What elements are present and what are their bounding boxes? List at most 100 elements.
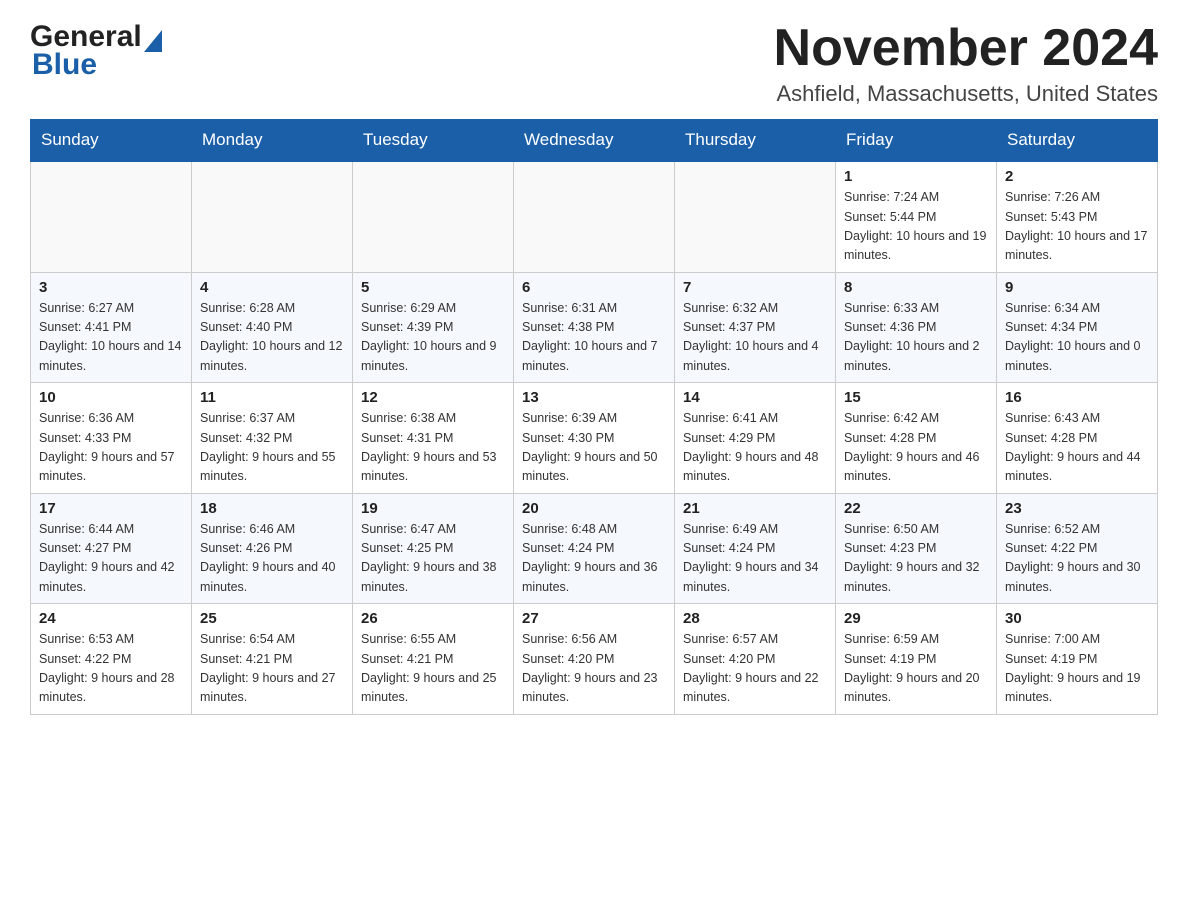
day-number: 19	[361, 500, 505, 517]
day-info: Sunrise: 6:38 AM Sunset: 4:31 PM Dayligh…	[361, 409, 505, 487]
calendar-cell: 29 Sunrise: 6:59 AM Sunset: 4:19 PM Dayli…	[836, 604, 997, 715]
calendar-cell: 19Sunrise: 6:47 AM Sunset: 4:25 PM Dayli…	[353, 493, 514, 604]
day-number: 10	[39, 389, 183, 406]
calendar-week-row: 1 Sunrise: 7:24 AM Sunset: 5:44 PM Daylig…	[31, 161, 1158, 272]
day-number: 21	[683, 500, 827, 517]
day-info: Sunrise: 6:55 AM Sunset: 4:21 PM Dayligh…	[361, 630, 505, 708]
location-title: Ashfield, Massachusetts, United States	[774, 81, 1158, 107]
calendar-cell: 26 Sunrise: 6:55 AM Sunset: 4:21 PM Dayli…	[353, 604, 514, 715]
day-info: Sunrise: 7:24 AM Sunset: 5:44 PM Dayligh…	[844, 188, 988, 266]
weekday-header: Tuesday	[353, 120, 514, 162]
calendar-cell: 21 Sunrise: 6:49 AM Sunset: 4:24 PM Dayli…	[675, 493, 836, 604]
calendar-cell: 30 Sunrise: 7:00 AM Sunset: 4:19 PM Dayli…	[997, 604, 1158, 715]
day-info: Sunrise: 6:57 AM Sunset: 4:20 PM Dayligh…	[683, 630, 827, 708]
calendar-cell: 20 Sunrise: 6:48 AM Sunset: 4:24 PM Dayli…	[514, 493, 675, 604]
day-number: 27	[522, 610, 666, 627]
day-number: 16	[1005, 389, 1149, 406]
day-info: Sunrise: 6:42 AM Sunset: 4:28 PM Dayligh…	[844, 409, 988, 487]
logo-blue-text: Blue	[30, 48, 97, 82]
calendar-cell: 14Sunrise: 6:41 AM Sunset: 4:29 PM Dayli…	[675, 383, 836, 494]
day-number: 18	[200, 500, 344, 517]
calendar-week-row: 3 Sunrise: 6:27 AM Sunset: 4:41 PM Daylig…	[31, 272, 1158, 383]
weekday-header: Friday	[836, 120, 997, 162]
day-info: Sunrise: 6:39 AM Sunset: 4:30 PM Dayligh…	[522, 409, 666, 487]
day-info: Sunrise: 6:44 AM Sunset: 4:27 PM Dayligh…	[39, 520, 183, 598]
day-number: 14	[683, 389, 827, 406]
month-title: November 2024	[774, 20, 1158, 77]
logo: General Blue	[30, 20, 162, 82]
calendar-cell: 4Sunrise: 6:28 AM Sunset: 4:40 PM Daylig…	[192, 272, 353, 383]
calendar-cell: 17Sunrise: 6:44 AM Sunset: 4:27 PM Dayli…	[31, 493, 192, 604]
calendar-cell: 5 Sunrise: 6:29 AM Sunset: 4:39 PM Daylig…	[353, 272, 514, 383]
day-info: Sunrise: 6:43 AM Sunset: 4:28 PM Dayligh…	[1005, 409, 1149, 487]
day-info: Sunrise: 7:26 AM Sunset: 5:43 PM Dayligh…	[1005, 188, 1149, 266]
calendar-cell: 15 Sunrise: 6:42 AM Sunset: 4:28 PM Dayli…	[836, 383, 997, 494]
calendar-cell: 28 Sunrise: 6:57 AM Sunset: 4:20 PM Dayli…	[675, 604, 836, 715]
day-info: Sunrise: 6:34 AM Sunset: 4:34 PM Dayligh…	[1005, 299, 1149, 377]
day-info: Sunrise: 6:49 AM Sunset: 4:24 PM Dayligh…	[683, 520, 827, 598]
calendar-cell: 27 Sunrise: 6:56 AM Sunset: 4:20 PM Dayli…	[514, 604, 675, 715]
day-number: 25	[200, 610, 344, 627]
day-info: Sunrise: 6:36 AM Sunset: 4:33 PM Dayligh…	[39, 409, 183, 487]
day-number: 3	[39, 279, 183, 296]
day-info: Sunrise: 6:29 AM Sunset: 4:39 PM Dayligh…	[361, 299, 505, 377]
weekday-header-row: SundayMondayTuesdayWednesdayThursdayFrid…	[31, 120, 1158, 162]
calendar-cell: 2 Sunrise: 7:26 AM Sunset: 5:43 PM Daylig…	[997, 161, 1158, 272]
day-number: 7	[683, 279, 827, 296]
day-info: Sunrise: 6:59 AM Sunset: 4:19 PM Dayligh…	[844, 630, 988, 708]
calendar-week-row: 17Sunrise: 6:44 AM Sunset: 4:27 PM Dayli…	[31, 493, 1158, 604]
day-number: 5	[361, 279, 505, 296]
calendar-week-row: 10 Sunrise: 6:36 AM Sunset: 4:33 PM Dayli…	[31, 383, 1158, 494]
weekday-header: Wednesday	[514, 120, 675, 162]
day-info: Sunrise: 6:48 AM Sunset: 4:24 PM Dayligh…	[522, 520, 666, 598]
weekday-header: Thursday	[675, 120, 836, 162]
day-number: 8	[844, 279, 988, 296]
day-number: 22	[844, 500, 988, 517]
page-header: General Blue November 2024 Ashfield, Mas…	[30, 20, 1158, 107]
day-number: 30	[1005, 610, 1149, 627]
day-info: Sunrise: 6:50 AM Sunset: 4:23 PM Dayligh…	[844, 520, 988, 598]
day-info: Sunrise: 6:31 AM Sunset: 4:38 PM Dayligh…	[522, 299, 666, 377]
logo-flag-icon	[144, 30, 162, 52]
day-number: 2	[1005, 168, 1149, 185]
calendar-cell: 7 Sunrise: 6:32 AM Sunset: 4:37 PM Daylig…	[675, 272, 836, 383]
calendar-cell	[192, 161, 353, 272]
day-info: Sunrise: 6:37 AM Sunset: 4:32 PM Dayligh…	[200, 409, 344, 487]
calendar-cell: 6Sunrise: 6:31 AM Sunset: 4:38 PM Daylig…	[514, 272, 675, 383]
calendar-cell	[31, 161, 192, 272]
day-number: 1	[844, 168, 988, 185]
day-info: Sunrise: 6:32 AM Sunset: 4:37 PM Dayligh…	[683, 299, 827, 377]
calendar-cell: 22 Sunrise: 6:50 AM Sunset: 4:23 PM Dayli…	[836, 493, 997, 604]
day-number: 9	[1005, 279, 1149, 296]
calendar-cell: 1 Sunrise: 7:24 AM Sunset: 5:44 PM Daylig…	[836, 161, 997, 272]
day-info: Sunrise: 6:53 AM Sunset: 4:22 PM Dayligh…	[39, 630, 183, 708]
day-number: 4	[200, 279, 344, 296]
day-info: Sunrise: 6:52 AM Sunset: 4:22 PM Dayligh…	[1005, 520, 1149, 598]
day-number: 15	[844, 389, 988, 406]
calendar-cell	[675, 161, 836, 272]
calendar-table: SundayMondayTuesdayWednesdayThursdayFrid…	[30, 119, 1158, 715]
calendar-cell: 11Sunrise: 6:37 AM Sunset: 4:32 PM Dayli…	[192, 383, 353, 494]
day-number: 26	[361, 610, 505, 627]
calendar-cell: 23 Sunrise: 6:52 AM Sunset: 4:22 PM Dayli…	[997, 493, 1158, 604]
calendar-cell: 13 Sunrise: 6:39 AM Sunset: 4:30 PM Dayli…	[514, 383, 675, 494]
day-info: Sunrise: 6:27 AM Sunset: 4:41 PM Dayligh…	[39, 299, 183, 377]
day-number: 23	[1005, 500, 1149, 517]
calendar-cell: 16 Sunrise: 6:43 AM Sunset: 4:28 PM Dayli…	[997, 383, 1158, 494]
day-info: Sunrise: 6:54 AM Sunset: 4:21 PM Dayligh…	[200, 630, 344, 708]
calendar-cell: 10 Sunrise: 6:36 AM Sunset: 4:33 PM Dayli…	[31, 383, 192, 494]
calendar-cell: 18Sunrise: 6:46 AM Sunset: 4:26 PM Dayli…	[192, 493, 353, 604]
calendar-week-row: 24Sunrise: 6:53 AM Sunset: 4:22 PM Dayli…	[31, 604, 1158, 715]
day-info: Sunrise: 7:00 AM Sunset: 4:19 PM Dayligh…	[1005, 630, 1149, 708]
day-number: 13	[522, 389, 666, 406]
day-number: 28	[683, 610, 827, 627]
day-number: 20	[522, 500, 666, 517]
calendar-cell: 8 Sunrise: 6:33 AM Sunset: 4:36 PM Daylig…	[836, 272, 997, 383]
day-number: 29	[844, 610, 988, 627]
day-info: Sunrise: 6:56 AM Sunset: 4:20 PM Dayligh…	[522, 630, 666, 708]
title-block: November 2024 Ashfield, Massachusetts, U…	[774, 20, 1158, 107]
calendar-cell	[514, 161, 675, 272]
calendar-cell: 24Sunrise: 6:53 AM Sunset: 4:22 PM Dayli…	[31, 604, 192, 715]
calendar-cell: 9 Sunrise: 6:34 AM Sunset: 4:34 PM Daylig…	[997, 272, 1158, 383]
day-info: Sunrise: 6:33 AM Sunset: 4:36 PM Dayligh…	[844, 299, 988, 377]
